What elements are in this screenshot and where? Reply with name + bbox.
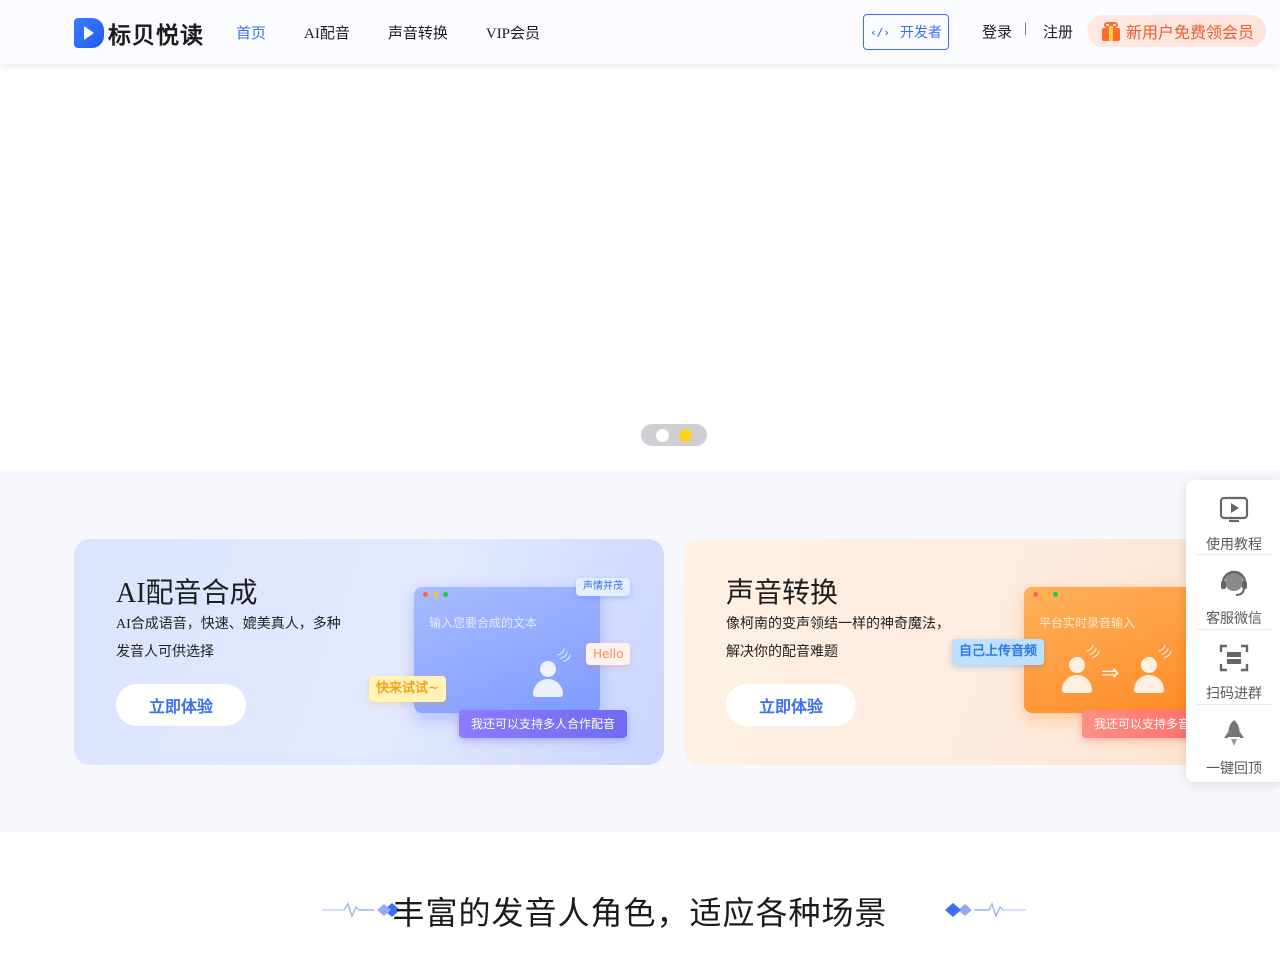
feature-desc-line: 像柯南的变声领结一样的神奇魔法， xyxy=(726,617,950,632)
customer-service-label: 客服微信 xyxy=(1206,612,1262,627)
nav-ai-dubbing[interactable]: AI配音 xyxy=(304,22,350,43)
scan-icon xyxy=(1219,644,1249,672)
main-nav: 首页 AI配音 声音转换 VIP会员 xyxy=(236,0,578,64)
target-speaker-icon xyxy=(1132,657,1166,693)
nav-home[interactable]: 首页 xyxy=(236,22,266,43)
developer-label: 开发者 xyxy=(899,26,942,41)
nav-voice-conversion[interactable]: 声音转换 xyxy=(388,22,448,43)
try-now-button[interactable]: 立即体验 xyxy=(116,684,246,726)
floating-toolbar: 使用教程 客服微信 扫码进群 一键回顶 xyxy=(1186,480,1280,782)
feature-desc-line: AI合成语音，快速、媲美真人，多种 xyxy=(116,617,341,632)
feature-desc-line: 发音人可供选择 xyxy=(116,645,214,660)
logo-play-icon xyxy=(74,18,104,48)
divider xyxy=(1196,704,1272,705)
tag-multi-voice: 我还可以支持多音 xyxy=(1082,710,1203,738)
feature-card-ai-dubbing: AI配音合成 AI合成语音，快速、媲美真人，多种 发音人可供选择 立即体验 输入… xyxy=(74,539,664,765)
features-section: AI配音合成 AI合成语音，快速、媲美真人，多种 发音人可供选择 立即体验 输入… xyxy=(0,470,1280,832)
headset-icon xyxy=(1221,570,1247,596)
section-title: 丰富的发音人角色，适应各种场景 xyxy=(392,895,888,931)
carousel-indicator xyxy=(641,424,707,446)
tutorial-button[interactable]: 使用教程 xyxy=(1196,486,1272,560)
voice-recording-mockup: 平台实时录音输入 ))) ⇒ ))) xyxy=(1024,587,1204,713)
hero-banner xyxy=(0,64,1280,470)
divider xyxy=(1196,629,1272,630)
code-icon: ‹/› xyxy=(870,25,890,39)
heading-right-decoration xyxy=(945,902,1026,919)
mock-placeholder: 平台实时录音输入 xyxy=(1039,616,1136,630)
mock-placeholder: 输入您要合成的文本 xyxy=(429,616,538,630)
login-link[interactable]: 登录 xyxy=(982,21,1012,42)
source-speaker-icon xyxy=(1060,657,1094,693)
tag-multi-speaker: 我还可以支持多人合作配音 xyxy=(459,710,628,738)
speaker-roles-section: 丰富的发音人角色，适应各种场景 xyxy=(0,832,1280,960)
divider xyxy=(1196,554,1272,555)
login-register-separator: | xyxy=(1024,21,1027,36)
rocket-icon xyxy=(1224,720,1244,746)
join-group-button[interactable]: 扫码进群 xyxy=(1196,635,1272,709)
logo-text: 标贝悦读 xyxy=(108,23,204,49)
gift-icon xyxy=(1101,21,1121,41)
new-user-promo-button[interactable]: 新用户免费领会员 xyxy=(1087,15,1266,47)
play-icon xyxy=(1219,496,1249,523)
window-dots xyxy=(1033,592,1063,597)
tag-try-it: 快来试试~ xyxy=(369,676,446,702)
feature-description: 像柯南的变声领结一样的神奇魔法， 解决你的配音难题 xyxy=(726,611,976,667)
feature-desc-line: 解决你的配音难题 xyxy=(726,645,838,660)
tag-upload-audio: 自己上传音频 xyxy=(952,639,1045,665)
top-header: 标贝悦读 首页 AI配音 声音转换 VIP会员 ‹/› 开发者 登录 | 注册 … xyxy=(0,0,1280,64)
carousel-dot-1[interactable] xyxy=(656,428,669,442)
arrow-right-icon: ⇒ xyxy=(1101,661,1120,686)
tutorial-label: 使用教程 xyxy=(1206,538,1262,553)
promo-label: 新用户免费领会员 xyxy=(1126,23,1255,42)
window-dots xyxy=(423,592,453,597)
carousel-dot-2[interactable] xyxy=(679,428,692,442)
feature-description: AI合成语音，快速、媲美真人，多种 发音人可供选择 xyxy=(116,611,366,667)
tag-hello: Hello xyxy=(586,643,631,665)
developer-button[interactable]: ‹/› 开发者 xyxy=(863,14,949,50)
feature-title: AI配音合成 xyxy=(116,578,258,609)
join-group-label: 扫码进群 xyxy=(1206,687,1262,702)
back-to-top-label: 一键回顶 xyxy=(1206,762,1262,777)
back-to-top-button[interactable]: 一键回顶 xyxy=(1196,710,1272,784)
feature-title: 声音转换 xyxy=(726,578,839,609)
try-now-button[interactable]: 立即体验 xyxy=(726,684,856,726)
register-link[interactable]: 注册 xyxy=(1043,21,1073,42)
speaker-avatar-icon xyxy=(531,661,565,697)
nav-vip[interactable]: VIP会员 xyxy=(486,22,540,43)
tag-emotion: 声情并茂 xyxy=(576,578,630,596)
logo[interactable]: 标贝悦读 xyxy=(74,16,204,50)
customer-service-button[interactable]: 客服微信 xyxy=(1196,560,1272,634)
